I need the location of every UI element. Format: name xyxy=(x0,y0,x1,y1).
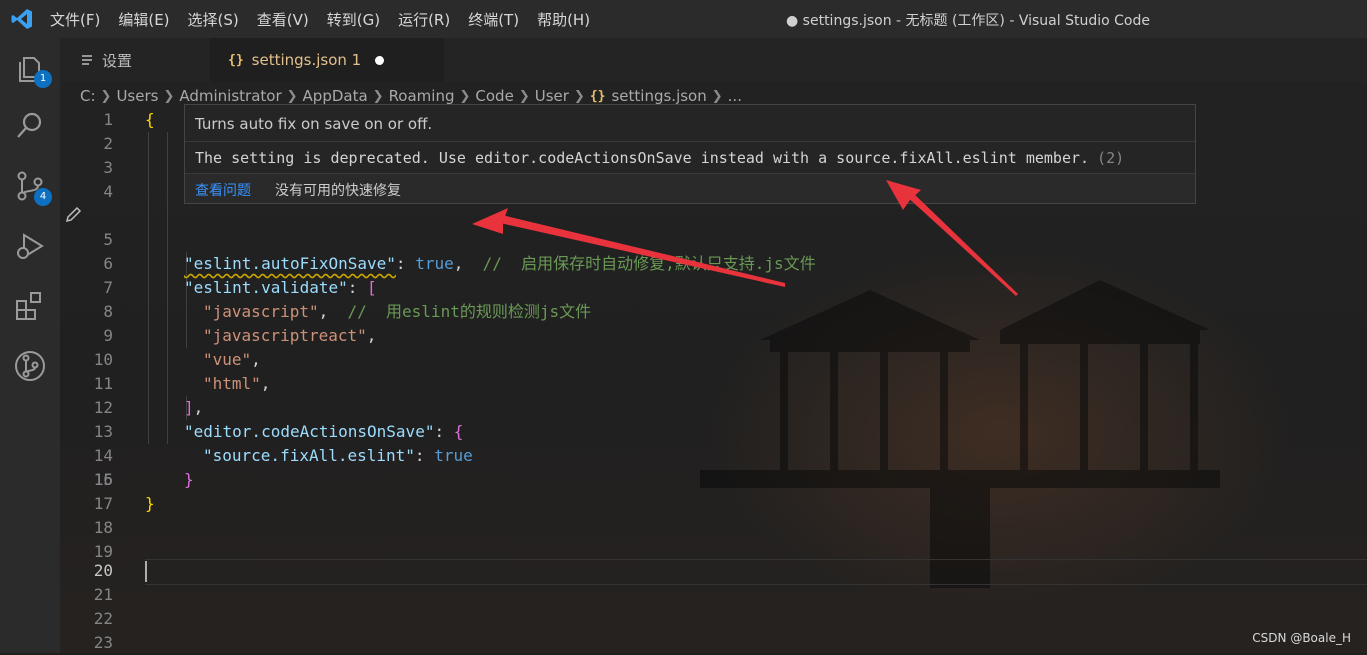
code-line: 17 xyxy=(60,492,1367,516)
code-line: 6 "eslint.validate": [ xyxy=(60,228,1367,297)
json-braces-icon: {} xyxy=(228,52,244,68)
code-line: 13 "source.fixAll.eslint": true xyxy=(60,396,1367,465)
git-graph-button[interactable] xyxy=(12,348,48,384)
chevron-right-icon: ❯ xyxy=(518,88,530,104)
explorer-button[interactable]: 1 xyxy=(12,50,52,88)
no-quick-fix-text: 没有可用的快速修复 xyxy=(275,183,401,199)
chevron-right-icon: ❯ xyxy=(163,88,175,104)
chevron-right-icon: ❯ xyxy=(100,88,112,104)
line-number: 3 xyxy=(103,158,113,177)
code-line: 14 } xyxy=(60,420,1367,489)
extensions-icon xyxy=(16,292,41,320)
code-line: 9 "vue", xyxy=(60,300,1367,369)
breadcrumb-item[interactable]: AppData xyxy=(303,87,368,105)
code-line: 16 xyxy=(60,468,1367,492)
hover-tooltip: Turns auto fix on save on or off. The se… xyxy=(184,104,1196,204)
menu-file[interactable]: 文件(F) xyxy=(50,9,100,30)
search-icon xyxy=(17,112,42,138)
code-line: 12 "editor.codeActionsOnSave": { xyxy=(60,372,1367,441)
extensions-button[interactable] xyxy=(12,288,48,324)
code-line: 22 xyxy=(60,607,1367,631)
code-line: 7 "javascript", // 用eslint的规则检测js文件 xyxy=(60,252,1367,321)
run-debug-icon xyxy=(17,233,44,259)
view-problem-link[interactable]: 查看问题 xyxy=(195,180,251,200)
menu-selection[interactable]: 选择(S) xyxy=(188,9,239,30)
breadcrumb: C: ❯ Users ❯ Administrator ❯ AppData ❯ Roami… xyxy=(80,86,742,106)
menu-run[interactable]: 运行(R) xyxy=(398,9,450,30)
line-number: 21 xyxy=(93,585,113,604)
pencil-edit-icon xyxy=(65,206,82,223)
code-line: 10 "html", xyxy=(60,324,1367,393)
breadcrumb-item[interactable]: Roaming xyxy=(389,87,455,105)
line-number: 2 xyxy=(103,134,113,153)
tab-settings-label: 设置 xyxy=(102,51,133,70)
line-number: 17 xyxy=(93,494,113,513)
code-line: 21 xyxy=(60,583,1367,607)
explorer-badge: 1 xyxy=(34,70,52,88)
unsaved-dot-icon[interactable] xyxy=(375,55,385,65)
vscode-logo-icon xyxy=(11,9,32,29)
chevron-right-icon: ❯ xyxy=(573,88,585,104)
breadcrumb-item[interactable]: C: xyxy=(80,87,96,105)
breadcrumb-item[interactable]: User xyxy=(535,87,569,105)
tab-settings-json[interactable]: {} settings.json 1 xyxy=(210,38,444,82)
line-number: 1 xyxy=(103,110,113,129)
code-line: 11 ], xyxy=(60,348,1367,417)
code-text: { xyxy=(145,110,155,129)
menu-help[interactable]: 帮助(H) xyxy=(537,9,590,30)
hover-actions: 查看问题 没有可用的快速修复 xyxy=(185,174,1195,203)
source-control-button[interactable]: 4 xyxy=(12,168,52,206)
menu-go[interactable]: 转到(G) xyxy=(327,9,380,30)
code-line: 5 "eslint.autoFixOnSave": true, // 启用保存时… xyxy=(60,204,1367,273)
menu-terminal[interactable]: 终端(T) xyxy=(468,9,519,30)
chevron-right-icon: ❯ xyxy=(372,88,384,104)
breadcrumb-more[interactable]: ... xyxy=(728,87,742,105)
json-braces-icon: {} xyxy=(589,88,606,104)
tab-settings[interactable]: 设置 xyxy=(80,38,132,82)
line-number: 16 xyxy=(93,470,113,489)
diagnostic-code: (2) xyxy=(1097,149,1125,167)
search-view-button[interactable] xyxy=(12,108,48,144)
git-graph-icon xyxy=(15,351,45,381)
line-number-active: 20 xyxy=(93,561,113,580)
run-debug-button[interactable] xyxy=(12,228,48,264)
tab-bar: 设置 {} settings.json 1 xyxy=(60,38,1367,82)
title-bar: 文件(F) 编辑(E) 选择(S) 查看(V) 转到(G) 运行(R) 终端(T… xyxy=(0,0,1367,38)
chevron-right-icon: ❯ xyxy=(459,88,471,104)
menu-view[interactable]: 查看(V) xyxy=(257,9,309,30)
tab-settings-json-label: settings.json 1 xyxy=(251,51,362,69)
line-number: 18 xyxy=(93,518,113,537)
csdn-watermark: CSDN @Boale_H xyxy=(1252,631,1351,645)
scm-badge: 4 xyxy=(34,188,52,206)
code-line: 8 "javascriptreact", xyxy=(60,276,1367,345)
code-line: 18 xyxy=(60,516,1367,540)
line-number: 23 xyxy=(93,633,113,652)
code-line: 15 } xyxy=(60,444,1367,513)
menu-edit[interactable]: 编辑(E) xyxy=(118,9,169,30)
hover-diagnostic: The setting is deprecated. Use editor.co… xyxy=(195,149,1124,167)
code-line: 23 xyxy=(60,631,1367,655)
breadcrumb-file[interactable]: settings.json xyxy=(611,87,706,105)
code-line: 20 xyxy=(60,559,1367,583)
breadcrumb-item[interactable]: Users xyxy=(116,87,158,105)
settings-list-icon xyxy=(82,55,92,65)
activity-bar: 1 4 xyxy=(0,38,60,653)
window-title: ● settings.json - 无标题 (工作区) - Visual Stu… xyxy=(786,13,1150,29)
diagnostic-message: The setting is deprecated. Use editor.co… xyxy=(195,149,1090,167)
hover-divider xyxy=(185,141,1195,142)
chevron-right-icon: ❯ xyxy=(711,88,723,104)
line-number: 4 xyxy=(103,182,113,201)
line-number: 22 xyxy=(93,609,113,628)
breadcrumb-item[interactable]: Administrator xyxy=(179,87,281,105)
breadcrumb-item[interactable]: Code xyxy=(475,87,513,105)
chevron-right-icon: ❯ xyxy=(286,88,298,104)
hover-description: Turns auto fix on save on or off. xyxy=(195,115,433,133)
